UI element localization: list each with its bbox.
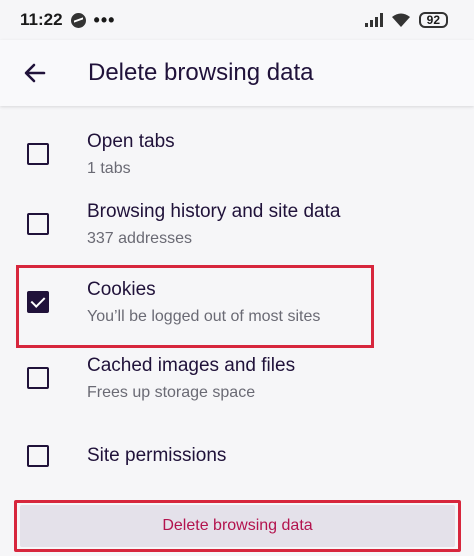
page-title: Delete browsing data: [88, 59, 314, 86]
open-tabs-checkbox[interactable]: [27, 143, 49, 165]
option-browsing-history[interactable]: Browsing history and site data 337 addre…: [0, 188, 474, 260]
option-sub: Frees up storage space: [87, 383, 256, 401]
option-label: Open tabs: [87, 130, 175, 152]
back-button[interactable]: [0, 40, 70, 106]
option-sub: 1 tabs: [87, 159, 131, 177]
status-time: 11:22: [20, 10, 63, 29]
option-site-permissions[interactable]: Site permissions: [0, 420, 474, 492]
option-open-tabs[interactable]: Open tabs 1 tabs: [0, 118, 474, 190]
signal-icon: [364, 13, 383, 27]
option-label: Browsing history and site data: [87, 200, 341, 222]
cookies-highlight-box: [16, 265, 374, 348]
battery-icon: 92: [418, 12, 448, 28]
back-arrow-icon: [24, 63, 46, 83]
messenger-icon: [70, 12, 86, 28]
option-label: Site permissions: [87, 445, 227, 466]
more-notifications-icon: •••: [93, 9, 116, 30]
delete-browsing-data-button[interactable]: Delete browsing data: [20, 505, 455, 547]
battery-level: 92: [426, 13, 440, 27]
option-cached-images[interactable]: Cached images and files Frees up storage…: [0, 342, 474, 414]
cached-images-checkbox[interactable]: [27, 367, 49, 389]
wifi-icon: [391, 13, 410, 27]
browsing-history-checkbox[interactable]: [27, 213, 49, 235]
status-right: 92: [364, 12, 448, 28]
screen: 11:22 ••• 92 Delete browsing data Open t…: [0, 0, 474, 556]
option-label: Cached images and files: [87, 354, 296, 376]
site-permissions-checkbox[interactable]: [27, 445, 49, 467]
status-left: 11:22 •••: [20, 10, 115, 31]
toolbar: Delete browsing data: [0, 40, 474, 106]
status-bar: 11:22 ••• 92: [0, 0, 474, 40]
option-sub: 337 addresses: [87, 229, 192, 247]
